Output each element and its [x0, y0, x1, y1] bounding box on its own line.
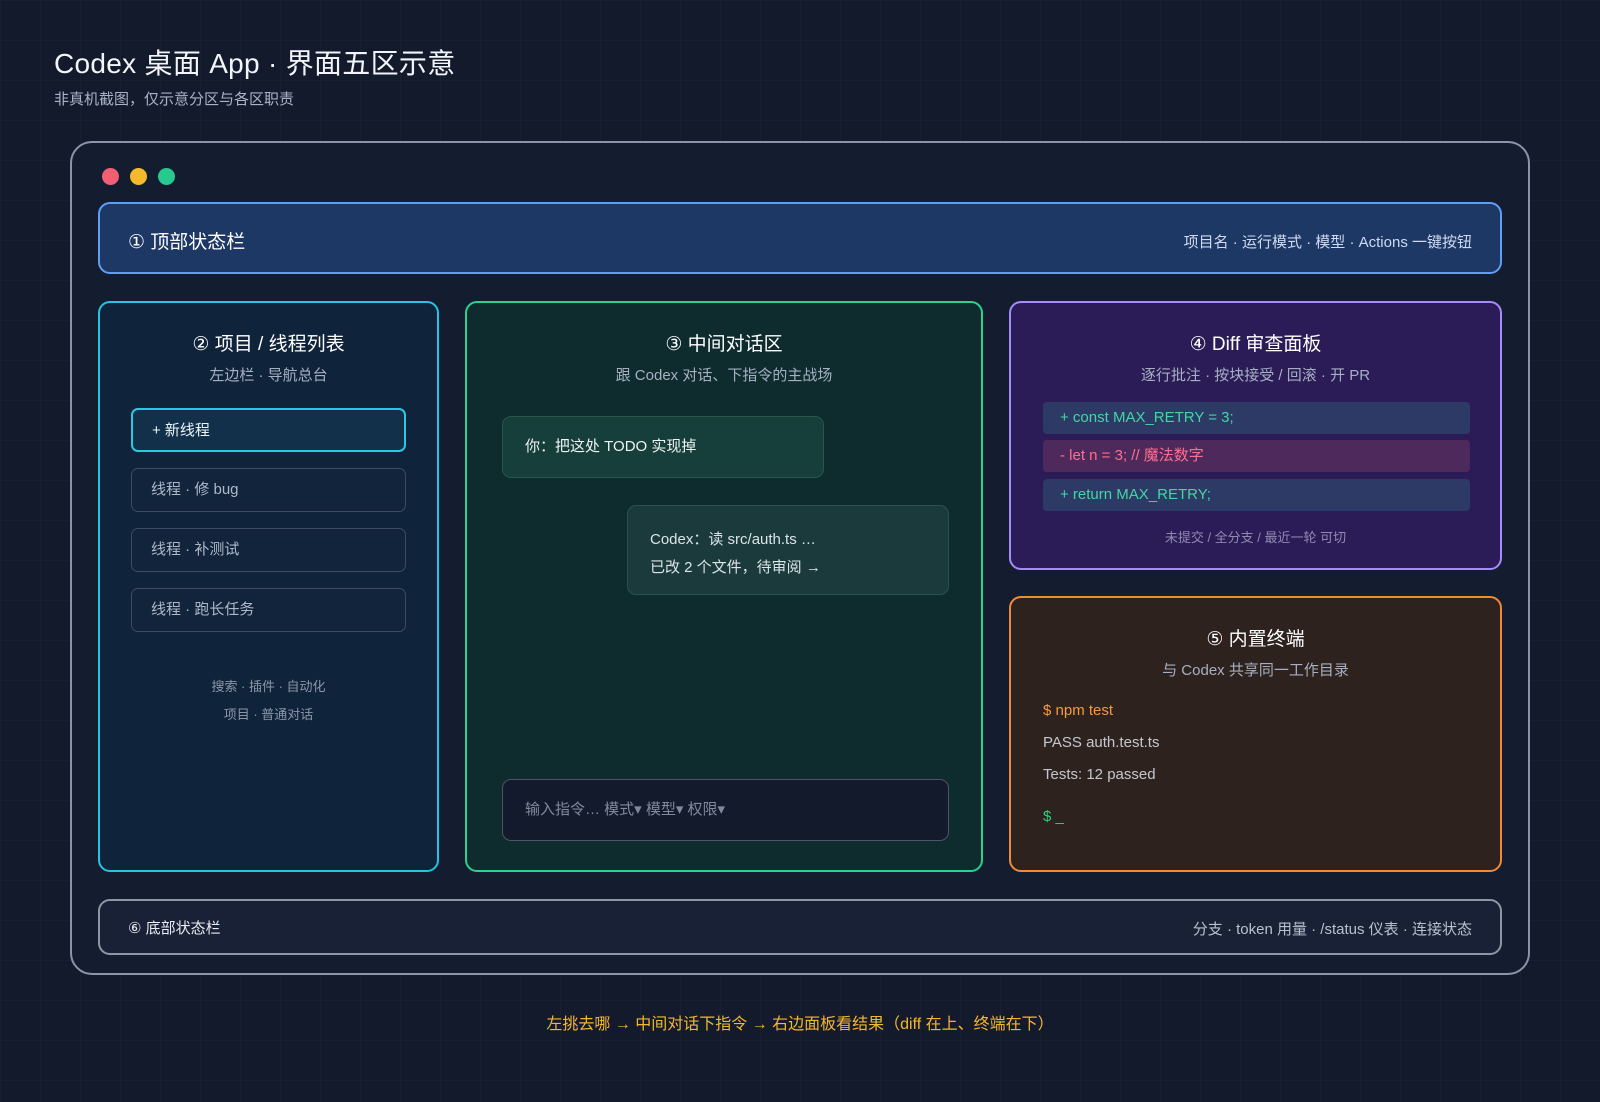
- top-status-bar: ① 顶部状态栏 项目名 · 运行模式 · 模型 · Actions 一键按钮: [98, 202, 1502, 274]
- threads-panel-title: ② 项目 / 线程列表: [192, 334, 345, 355]
- minimize-window-button[interactable]: [130, 168, 147, 185]
- codex-message-bubble: Codex：读 src/auth.ts … 已改 2 个文件，待审阅 →: [627, 505, 949, 595]
- chat-panel: ③ 中间对话区 跟 Codex 对话、下指令的主战场 你：把这处 TODO 实现…: [465, 301, 983, 872]
- threads-panel-subtitle: 左边栏 · 导航总台: [209, 367, 328, 384]
- thread-item-fix-bug[interactable]: 线程 · 修 bug: [131, 468, 406, 512]
- thread-item-long-task[interactable]: 线程 · 跑长任务: [131, 588, 406, 632]
- thread-item-add-tests[interactable]: 线程 · 补测试: [131, 528, 406, 572]
- workflow-caption: 左挑去哪 → 中间对话下指令 → 右边面板看结果（diff 在上、终端在下）: [546, 1016, 1054, 1033]
- top-status-bar-title: ① 顶部状态栏: [128, 232, 246, 253]
- terminal-output-line1: PASS auth.test.ts: [1043, 734, 1160, 751]
- diff-line-removed[interactable]: - let n = 3; // 魔法数字: [1043, 440, 1470, 472]
- command-input[interactable]: 输入指令… 模式▾ 模型▾ 权限▾: [502, 779, 949, 841]
- diff-panel-title: ④ Diff 审查面板: [1189, 334, 1322, 355]
- terminal-prompt[interactable]: $ _: [1043, 808, 1064, 825]
- page-subtitle: 非真机截图，仅示意分区与各区职责: [54, 91, 295, 108]
- bottom-status-bar-title: ⑥ 底部状态栏: [128, 920, 221, 937]
- threads-panel: ② 项目 / 线程列表 左边栏 · 导航总台 + 新线程 线程 · 修 bug …: [98, 301, 439, 872]
- terminal-panel-subtitle: 与 Codex 共享同一工作目录: [1162, 662, 1349, 679]
- user-message-bubble: 你：把这处 TODO 实现掉: [502, 416, 824, 478]
- threads-panel-footer-line1: 搜索 · 插件 · 自动化: [211, 679, 326, 694]
- terminal-output-line2: Tests: 12 passed: [1043, 766, 1156, 783]
- chat-panel-title: ③ 中间对话区: [665, 334, 783, 355]
- diff-review-panel: ④ Diff 审查面板 逐行批注 · 按块接受 / 回滚 · 开 PR + co…: [1009, 301, 1502, 570]
- codex-message-line2: 已改 2 个文件，待审阅 →: [650, 559, 821, 576]
- maximize-window-button[interactable]: [158, 168, 175, 185]
- threads-panel-footer-line2: 项目 · 普通对话: [223, 707, 314, 722]
- top-status-bar-description: 项目名 · 运行模式 · 模型 · Actions 一键按钮: [1183, 234, 1472, 251]
- close-window-button[interactable]: [102, 168, 119, 185]
- page-title: Codex 桌面 App · 界面五区示意: [54, 48, 456, 79]
- bottom-status-bar-description: 分支 · token 用量 · /status 仪表 · 连接状态: [1192, 921, 1472, 938]
- diff-panel-footer: 未提交 / 全分支 / 最近一轮 可切: [1164, 530, 1347, 545]
- codex-message-line1: Codex：读 src/auth.ts …: [650, 531, 816, 548]
- terminal-command: $ npm test: [1043, 702, 1114, 719]
- terminal-panel-title: ⑤ 内置终端: [1206, 629, 1305, 650]
- chat-panel-subtitle: 跟 Codex 对话、下指令的主战场: [615, 367, 833, 384]
- bottom-status-bar: ⑥ 底部状态栏 分支 · token 用量 · /status 仪表 · 连接状…: [98, 899, 1502, 955]
- diff-panel-subtitle: 逐行批注 · 按块接受 / 回滚 · 开 PR: [1140, 367, 1371, 384]
- new-thread-button[interactable]: + 新线程: [131, 408, 406, 452]
- terminal-panel: ⑤ 内置终端 与 Codex 共享同一工作目录 $ npm test PASS …: [1009, 596, 1502, 872]
- diff-line-added[interactable]: + const MAX_RETRY = 3;: [1043, 402, 1470, 434]
- diff-line-added[interactable]: + return MAX_RETRY;: [1043, 479, 1470, 511]
